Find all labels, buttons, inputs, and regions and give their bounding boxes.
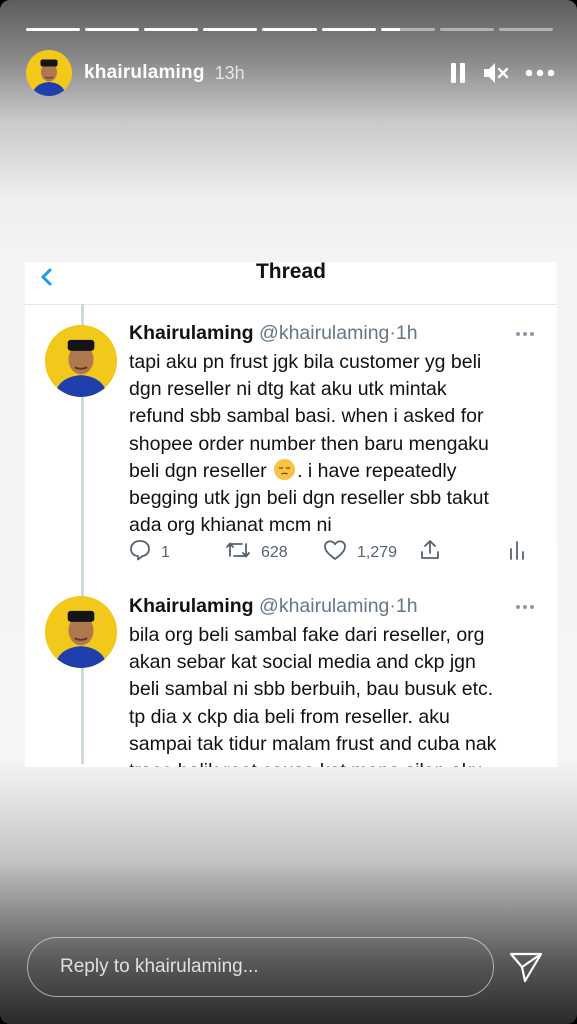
tweet-author-name: Khairulaming [129,595,254,617]
tweet-line-part: . i have repeatedly [297,459,457,482]
progress-segment [144,28,199,31]
tweet-line: akan sebar kat social media and ckp jgn [129,651,476,674]
tweet-handle: @khairulaming [259,322,390,344]
tweet-avatar [45,325,117,397]
tweet-author-name: Khairulaming [129,322,254,344]
tweet-line: trace balik root cause kat mana silap ak… [129,758,549,767]
tweet-line-part: beli dgn reseller [129,459,267,482]
tweet-thread-screenshot: Thread Khairulaming @khairulaming·1h tap… [25,262,557,767]
tweet-avatar [45,596,117,668]
tweet-line: ada org khianat mcm ni [129,514,332,537]
story-username[interactable]: khairulaming [84,62,205,84]
pensive-emoji-icon [274,458,296,480]
analytics-icon [507,539,527,561]
tweet-line: tapi aku pn frust jgk bila customer yg b… [129,351,482,373]
mute-icon[interactable] [483,62,509,84]
progress-segment [203,28,258,31]
tweet-line: tp dia x ckp dia beli from reseller. aku [129,705,450,728]
progress-segment [321,28,376,31]
like-action: 1,279 [323,539,397,566]
avatar[interactable] [26,50,72,96]
send-icon[interactable] [508,950,544,984]
thread-header: Thread [25,262,557,305]
tweet-header: Khairulaming @khairulaming·1h [129,322,418,345]
pause-icon[interactable] [449,62,467,84]
like-count: 1,279 [357,543,398,561]
tweet-line: shopee order number then baru mengaku [129,432,489,455]
thread-title: Thread [255,262,326,283]
story-progress [26,28,553,32]
reply-input[interactable]: Reply to khairulaming... [27,937,494,997]
tweet-line: bila org beli sambal fake dari reseller,… [129,624,485,646]
tweet-line: beli sambal ni sbb berbuih, bau busuk et… [129,678,494,701]
retweet-count: 628 [261,543,288,561]
tweet-handle: @khairulaming [259,595,390,617]
heart-icon [323,539,347,566]
reply-action: 1 [129,539,170,566]
tweet-line: begging utk jgn beli dgn reseller sbb ta… [129,487,489,510]
tweet-text: tapi aku pn frust jgk bila customer yg b… [129,349,549,539]
tweet-line: refund sbb sambal basi. when i asked for [129,405,484,428]
story-viewer: khairulaming 13h Thread Khairulaming @kh… [0,0,577,1024]
progress-segment [498,28,553,31]
reply-icon [129,539,151,566]
retweet-action: 628 [225,539,288,566]
reply-placeholder: Reply to khairulaming... [60,956,259,977]
reply-count: 1 [161,543,170,561]
story-time: 13h [214,62,245,83]
tweet-line: dgn reseller ni dtg kat aku utk mintak [129,378,447,401]
tweet-actions: 1 628 1,279 [129,539,549,565]
share-icon [419,539,441,561]
tweet-header: Khairulaming @khairulaming·1h [129,595,418,618]
tweet-time: 1h [395,322,418,344]
tweet-more-icon [515,324,535,342]
progress-segment [26,28,81,31]
tweet-more-icon [515,597,535,615]
more-icon[interactable] [525,69,555,77]
retweet-icon [225,539,251,566]
progress-segment [262,28,317,31]
tweet-time: 1h [395,595,418,617]
progress-segment [380,28,435,31]
progress-segment [85,28,140,31]
tweet-line: sampai tak tidur malam frust and cuba na… [129,732,497,755]
story-header: khairulaming 13h [26,49,555,97]
progress-segment [439,28,494,31]
tweet-line: beli dgn reseller . i have repeatedly [129,458,549,485]
tweet-text: bila org beli sambal fake dari reseller,… [129,622,549,767]
